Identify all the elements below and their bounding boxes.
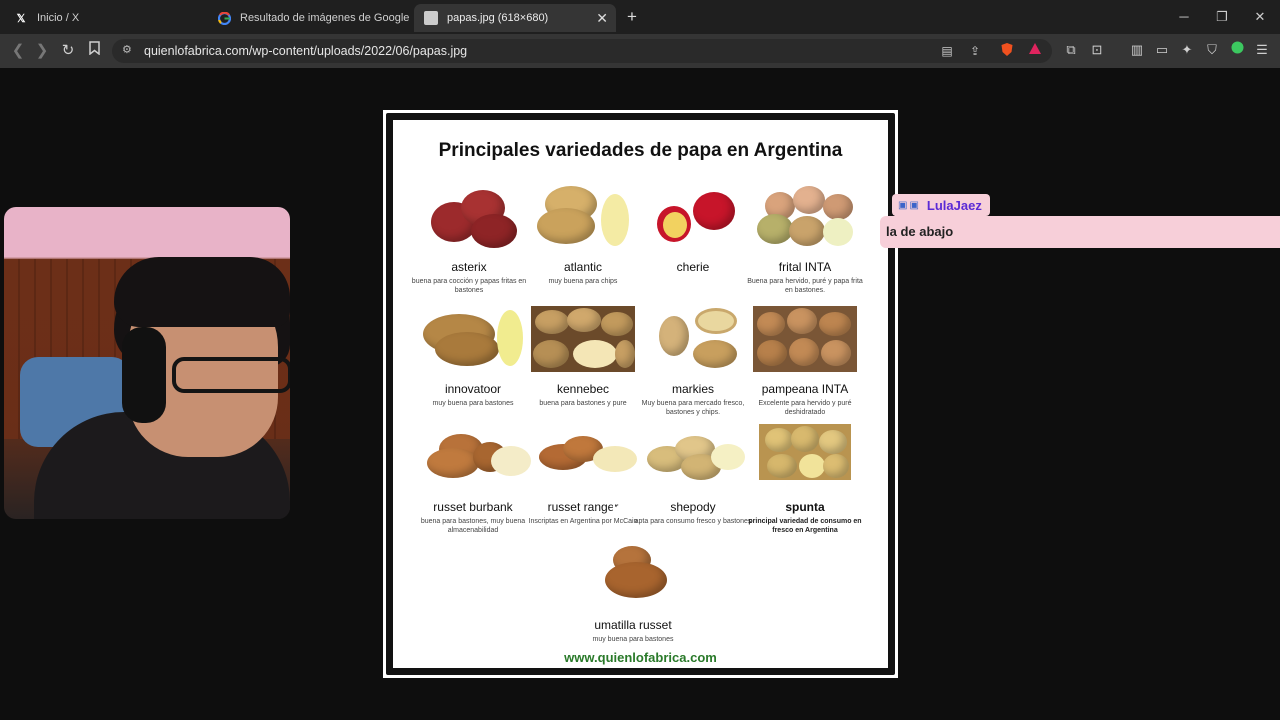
variety-name: kennebec	[556, 382, 610, 396]
variety-name: innovatoor	[444, 382, 502, 396]
leo-ai-icon[interactable]: ✦	[1178, 41, 1196, 59]
close-tab-icon[interactable]: ✕	[596, 10, 608, 27]
url-text: quienlofabrica.com/wp-content/uploads/20…	[144, 44, 468, 58]
variety-name: atlantic	[563, 260, 603, 274]
variety-name: russet burbank	[433, 500, 513, 514]
variety-desc: muy buena para bastones	[592, 636, 674, 643]
vpn-icon[interactable]: ⛉	[1203, 41, 1221, 59]
potato-image	[641, 424, 745, 490]
variety-name: spunta	[785, 500, 825, 514]
variety-name: markies	[671, 382, 714, 396]
potato-image	[421, 306, 525, 372]
potato-image	[753, 184, 857, 250]
variety-cherie: cherie	[633, 184, 753, 277]
potato-image	[417, 184, 521, 250]
variety-desc: buena para bastones y pure	[539, 400, 627, 407]
variety-shepody: shepody apta para consumo fresco y basto…	[633, 424, 753, 526]
potato-image	[641, 184, 745, 250]
menu-icon[interactable]: ☰	[1253, 41, 1271, 59]
tab-label: Inicio / X	[37, 12, 80, 24]
sidebar-icon[interactable]: ▥	[1128, 41, 1146, 59]
variety-desc: Buena para hervido, puré y papa frita en…	[747, 278, 863, 294]
extensions-icon[interactable]: ⧉	[1062, 41, 1080, 59]
variety-markies: markies Muy buena para mercado fresco, b…	[633, 306, 753, 417]
restore-icon[interactable]: ❐	[1210, 8, 1234, 26]
variety-russet-burbank: russet burbank buena para bastones, muy …	[413, 424, 533, 535]
chat-message-text: la de abajo	[886, 224, 954, 239]
x-logo-icon: 𝕏	[16, 12, 26, 25]
variety-pampeana-inta: pampeana INTA Excelente para hervido y p…	[745, 306, 865, 417]
variety-kennebec: kennebec buena para bastones y pure	[523, 306, 643, 408]
potato-image	[531, 306, 635, 372]
variety-name: russet ranger	[547, 500, 619, 514]
close-window-icon[interactable]: ✕	[1248, 8, 1272, 26]
variety-asterix: asterix buena para cocción y papas frita…	[409, 184, 529, 295]
back-icon[interactable]: ❮	[8, 41, 28, 61]
chat-username: LulaJaez	[926, 197, 982, 213]
variety-atlantic: atlantic muy buena para chips	[523, 184, 643, 286]
variety-desc: Excelente para hervido y puré deshidrata…	[758, 400, 852, 416]
tab-strip: 𝕏 Inicio / X Resultado de imágenes de Go…	[0, 0, 1280, 34]
potato-image	[531, 424, 637, 490]
tab-google-images[interactable]: Resultado de imágenes de Google	[208, 4, 410, 32]
variety-frital-inta: frital INTA Buena para hervido, puré y p…	[745, 184, 865, 295]
potato-image	[759, 424, 851, 480]
new-tab-button[interactable]: +	[622, 7, 642, 27]
poster-footer-url: www.quienlofabrica.com	[564, 650, 717, 665]
variety-name: umatilla russet	[594, 618, 672, 632]
brave-shields-icon[interactable]	[998, 42, 1016, 60]
tab-label: Resultado de imágenes de Google	[240, 12, 410, 24]
site-settings-icon[interactable]: ⚙	[122, 43, 132, 56]
bookmark-icon[interactable]	[84, 41, 104, 61]
tab-inicio-x[interactable]: 𝕏 Inicio / X	[4, 4, 204, 32]
variety-umatilla-russet: umatilla russet muy buena para bastones	[573, 542, 693, 644]
reader-mode-icon[interactable]: ▤	[938, 42, 956, 60]
potato-image	[421, 424, 531, 490]
poster-title: Principales variedades de papa en Argent…	[438, 140, 843, 161]
variety-desc: muy buena para bastones	[432, 400, 514, 407]
share-icon[interactable]: ⇪	[966, 42, 984, 60]
wallet-icon[interactable]: ▭	[1153, 41, 1171, 59]
reload-icon[interactable]: ↻	[58, 41, 78, 61]
chat-username-tag: ▣▣ LulaJaez	[892, 194, 990, 216]
tab-papas-jpg[interactable]: papas.jpg (618×680) ✕	[414, 4, 616, 32]
chat-badge-icons: ▣▣	[898, 199, 921, 211]
webcam-overlay	[4, 207, 290, 519]
google-logo-icon	[218, 11, 231, 25]
variety-name: shepody	[670, 500, 716, 514]
variety-desc: buena para cocción y papas fritas en bas…	[411, 278, 527, 294]
address-bar[interactable]: ⚙ quienlofabrica.com/wp-content/uploads/…	[112, 39, 1052, 63]
variety-name: asterix	[451, 260, 487, 274]
variety-name: pampeana INTA	[761, 382, 849, 396]
variety-desc: principal variedad de consumo en fresco …	[748, 518, 862, 534]
potato-image	[581, 542, 685, 608]
variety-desc: buena para bastones, muy buena almacenab…	[420, 518, 526, 534]
brave-rewards-icon[interactable]	[1026, 42, 1044, 60]
tab-label: papas.jpg (618×680)	[447, 12, 549, 24]
variety-desc: muy buena para chips	[548, 278, 618, 285]
variety-desc: apta para consumo fresco y bastones	[634, 518, 752, 525]
variety-name: cherie	[676, 260, 710, 274]
variety-desc: Inscriptas en Argentina por McCain	[528, 518, 638, 525]
variety-innovatoor: innovatoor muy buena para bastones	[413, 306, 533, 408]
minimize-icon[interactable]: ─	[1172, 8, 1196, 26]
image-file-icon	[424, 11, 438, 25]
variety-russet-ranger: russet ranger Inscriptas en Argentina po…	[523, 424, 643, 526]
potato-image	[531, 184, 635, 250]
potato-image	[641, 306, 745, 372]
tab-search-icon[interactable]: ⊡	[1088, 41, 1106, 59]
toolbar: ❮ ❯ ↻ ⚙ quienlofabrica.com/wp-content/up…	[0, 34, 1280, 68]
variety-desc: Muy buena para mercado fresco, bastones …	[641, 400, 745, 416]
chat-message-bubble: la de abajo	[880, 216, 1280, 248]
displayed-image[interactable]: Principales variedades de papa en Argent…	[383, 110, 898, 678]
forward-icon[interactable]: ❯	[32, 41, 52, 61]
variety-spunta: spunta principal variedad de consumo en …	[745, 424, 865, 535]
potato-image	[753, 306, 857, 372]
profile-icon[interactable]	[1228, 41, 1246, 59]
variety-name: frital INTA	[778, 260, 832, 274]
